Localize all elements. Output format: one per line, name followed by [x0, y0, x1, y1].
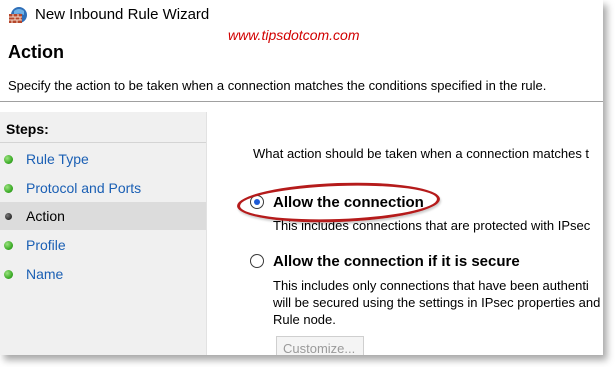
- steps-divider: [0, 142, 206, 143]
- allow-if-secure-radio[interactable]: [250, 254, 264, 268]
- step-label[interactable]: Rule Type: [26, 151, 89, 167]
- action-question: What action should be taken when a conne…: [253, 146, 590, 161]
- window-title: New Inbound Rule Wizard: [35, 6, 210, 23]
- step-profile[interactable]: Profile: [0, 231, 206, 259]
- customize-button[interactable]: Customize...: [276, 336, 364, 355]
- step-name[interactable]: Name: [0, 260, 206, 288]
- step-action: Action: [0, 202, 206, 230]
- page-description: Specify the action to be taken when a co…: [8, 78, 547, 93]
- allow-if-secure-label[interactable]: Allow the connection if it is secure: [273, 253, 520, 270]
- step-label[interactable]: Name: [26, 266, 63, 282]
- steps-heading: Steps:: [6, 121, 49, 137]
- description-line: Rule node.: [273, 312, 336, 327]
- description-line: will be secured using the settings in IP…: [273, 295, 601, 310]
- step-protocol-and-ports[interactable]: Protocol and Ports: [0, 174, 206, 202]
- step-complete-icon: [4, 155, 13, 164]
- step-rule-type[interactable]: Rule Type: [0, 145, 206, 173]
- step-label[interactable]: Profile: [26, 237, 66, 253]
- allow-if-secure-description: This includes only connections that have…: [273, 277, 600, 328]
- step-complete-icon: [4, 241, 13, 250]
- step-complete-icon: [4, 184, 13, 193]
- panel-divider: [206, 112, 207, 355]
- description-line: This includes only connections that have…: [273, 278, 589, 293]
- firewall-brick-icon: [8, 5, 28, 25]
- page-title: Action: [8, 42, 64, 62]
- step-complete-icon: [4, 270, 13, 279]
- step-current-icon: [5, 213, 12, 220]
- step-label: Action: [26, 208, 65, 224]
- step-label[interactable]: Protocol and Ports: [26, 180, 141, 196]
- wizard-window: New Inbound Rule Wizard www.tipsdotcom.c…: [0, 0, 603, 355]
- watermark-text: www.tipsdotcom.com: [228, 27, 360, 43]
- header-divider: [0, 101, 603, 102]
